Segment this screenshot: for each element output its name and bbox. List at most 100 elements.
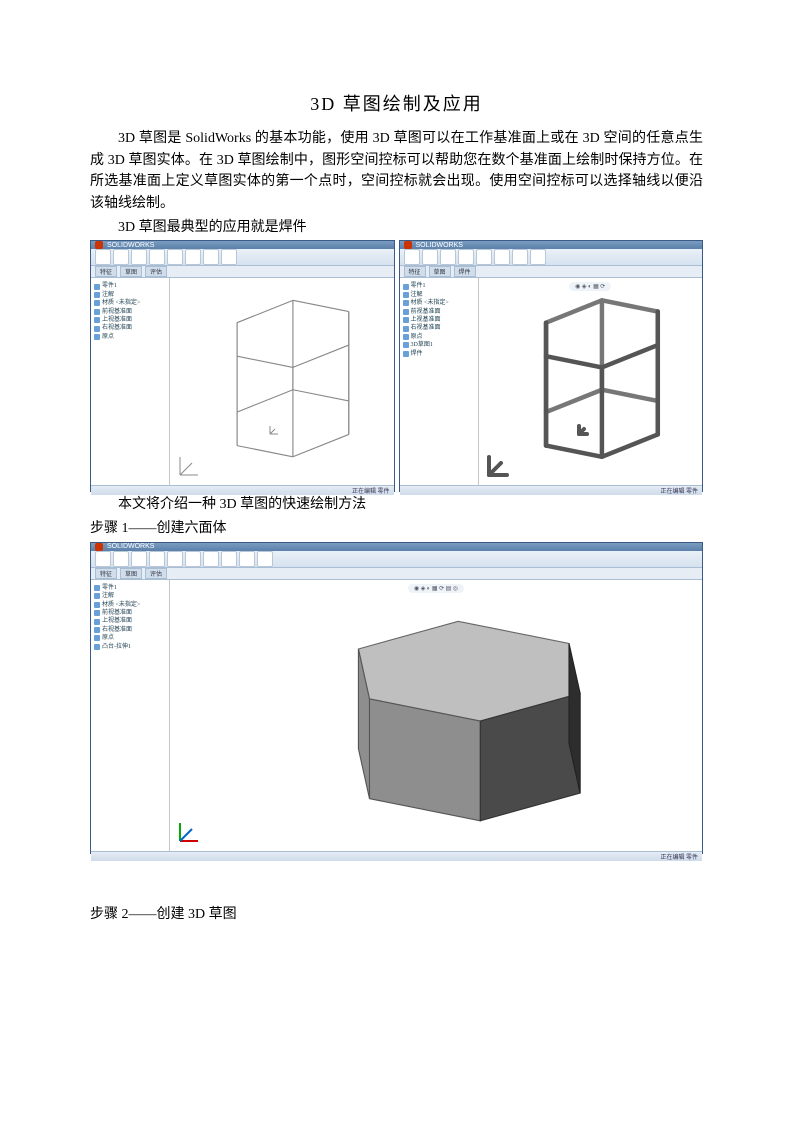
step-1-heading: 步骤 1——创建六面体 bbox=[90, 518, 703, 540]
toolbar-button[interactable] bbox=[113, 551, 129, 567]
weldment-icon bbox=[403, 351, 409, 357]
part-icon bbox=[94, 585, 100, 591]
toolbar-button[interactable] bbox=[239, 551, 255, 567]
viewport[interactable]: ◉ ◈ ◐ ▦ ⟳ bbox=[479, 278, 703, 484]
intro-paragraph: 3D 草图是 SolidWorks 的基本功能，使用 3D 草图可以在工作基准面… bbox=[90, 128, 703, 215]
command-tabs: 特征 草图 评估 bbox=[91, 266, 394, 278]
body: 零件1 注解 材质 <未指定> 前视基准面 上视基准面 右视基准面 原点 凸台-… bbox=[91, 580, 702, 851]
viewport[interactable] bbox=[170, 278, 394, 484]
folder-icon bbox=[94, 593, 100, 599]
view-triad-icon bbox=[176, 819, 202, 845]
material-icon bbox=[94, 602, 100, 608]
toolbar-button[interactable] bbox=[404, 249, 420, 265]
body: 零件1 注解 材质 <未指定> 前视基准面 上视基准面 右视基准面 原点 3D草… bbox=[400, 278, 703, 484]
toolbar-button[interactable] bbox=[530, 249, 546, 265]
subtitle: 3D 草图最典型的应用就是焊件 bbox=[90, 217, 703, 239]
tree-item[interactable]: 前视基准面 bbox=[94, 308, 166, 316]
extrude-icon bbox=[94, 644, 100, 650]
tree-item[interactable]: 凸台-拉伸1 bbox=[94, 643, 166, 651]
tree-item[interactable]: 注解 bbox=[94, 592, 166, 600]
status-bar: 正在编辑 零件 bbox=[91, 485, 394, 495]
toolbar-button[interactable] bbox=[257, 551, 273, 567]
tree-item[interactable]: 注解 bbox=[94, 291, 166, 299]
toolbar-button[interactable] bbox=[185, 551, 201, 567]
view-hud: ◉ ◈ ◐ ▦ ⟳ ▤ ◎ bbox=[408, 584, 464, 593]
toolbar-button[interactable] bbox=[131, 249, 147, 265]
tree-item[interactable]: 注解 bbox=[403, 291, 475, 299]
tree-item[interactable]: 右视基准面 bbox=[94, 324, 166, 332]
window-title-bar: SOLIDWORKS bbox=[91, 543, 702, 551]
folder-icon bbox=[403, 292, 409, 298]
tree-item[interactable]: 零件1 bbox=[403, 282, 475, 290]
toolbar-button[interactable] bbox=[95, 249, 111, 265]
tree-item[interactable]: 上视基准面 bbox=[403, 316, 475, 324]
figure-2: SOLIDWORKS 特征 草图 评估 零件1 bbox=[90, 542, 703, 854]
tab[interactable]: 焊件 bbox=[454, 266, 476, 277]
toolbar-button[interactable] bbox=[422, 249, 438, 265]
tab[interactable]: 评估 bbox=[145, 266, 167, 277]
material-icon bbox=[403, 300, 409, 306]
command-tabs: 特征 草图 焊件 bbox=[400, 266, 703, 278]
toolbar-button[interactable] bbox=[95, 551, 111, 567]
toolbar-button[interactable] bbox=[440, 249, 456, 265]
toolbar-button[interactable] bbox=[494, 249, 510, 265]
toolbar-button[interactable] bbox=[221, 249, 237, 265]
toolbar-button[interactable] bbox=[203, 249, 219, 265]
plane-icon bbox=[403, 326, 409, 332]
view-hud: ◉ ◈ ◐ ▦ ⟳ bbox=[569, 282, 611, 291]
toolbar-button[interactable] bbox=[458, 249, 474, 265]
step-2-heading: 步骤 2——创建 3D 草图 bbox=[90, 904, 703, 926]
toolbar-button[interactable] bbox=[167, 551, 183, 567]
tree-item[interactable]: 材质 <未指定> bbox=[403, 299, 475, 307]
viewport[interactable]: ◉ ◈ ◐ ▦ ⟳ ▤ ◎ bbox=[170, 580, 702, 851]
app-name: SOLIDWORKS bbox=[107, 242, 154, 249]
tree-item[interactable]: 右视基准面 bbox=[403, 324, 475, 332]
tree-item[interactable]: 原点 bbox=[403, 333, 475, 341]
body: 零件1 注解 材质 <未指定> 前视基准面 上视基准面 右视基准面 原点 bbox=[91, 278, 394, 484]
origin-icon bbox=[94, 334, 100, 340]
tree-item[interactable]: 前视基准面 bbox=[403, 308, 475, 316]
tab[interactable]: 草图 bbox=[429, 266, 451, 277]
tab[interactable]: 特征 bbox=[95, 568, 117, 579]
toolbar-button[interactable] bbox=[149, 551, 165, 567]
tree-item[interactable]: 前视基准面 bbox=[94, 609, 166, 617]
hex-solid-drawing bbox=[170, 580, 702, 851]
toolbar-button[interactable] bbox=[476, 249, 492, 265]
toolbar-button[interactable] bbox=[167, 249, 183, 265]
tree-item[interactable]: 材质 <未指定> bbox=[94, 299, 166, 307]
tree-item[interactable]: 零件1 bbox=[94, 282, 166, 290]
part-icon bbox=[94, 284, 100, 290]
tree-item[interactable]: 上视基准面 bbox=[94, 617, 166, 625]
solidworks-window-solid: SOLIDWORKS 特征 草图 评估 零件1 bbox=[90, 542, 703, 854]
tree-item[interactable]: 焊件 bbox=[403, 350, 475, 358]
tree-item[interactable]: 原点 bbox=[94, 634, 166, 642]
material-icon bbox=[94, 300, 100, 306]
tab[interactable]: 草图 bbox=[120, 568, 142, 579]
toolbar-button[interactable] bbox=[113, 249, 129, 265]
toolbar-button[interactable] bbox=[221, 551, 237, 567]
toolbar-button[interactable] bbox=[185, 249, 201, 265]
hex-frame-drawing bbox=[479, 278, 702, 479]
tree-item[interactable]: 上视基准面 bbox=[94, 316, 166, 324]
plane-icon bbox=[94, 627, 100, 633]
tab[interactable]: 评估 bbox=[145, 568, 167, 579]
tree-item[interactable]: 3D草图1 bbox=[403, 341, 475, 349]
tree-item[interactable]: 原点 bbox=[94, 333, 166, 341]
origin-icon bbox=[577, 423, 589, 435]
toolbar-button[interactable] bbox=[149, 249, 165, 265]
window-title-bar: SOLIDWORKS bbox=[91, 241, 394, 249]
tab[interactable]: 特征 bbox=[95, 266, 117, 277]
tree-item[interactable]: 右视基准面 bbox=[94, 626, 166, 634]
main-toolbar bbox=[400, 249, 703, 266]
toolbar-button[interactable] bbox=[512, 249, 528, 265]
tab[interactable]: 特征 bbox=[404, 266, 426, 277]
figure-caption: 本文将介绍一种 3D 草图的快速绘制方法 bbox=[90, 494, 703, 516]
window-title-bar: SOLIDWORKS bbox=[400, 241, 703, 249]
toolbar-button[interactable] bbox=[203, 551, 219, 567]
tab[interactable]: 草图 bbox=[120, 266, 142, 277]
toolbar-button[interactable] bbox=[131, 551, 147, 567]
tree-item[interactable]: 零件1 bbox=[94, 584, 166, 592]
tree-item[interactable]: 材质 <未指定> bbox=[94, 601, 166, 609]
view-triad-icon bbox=[176, 453, 202, 479]
solidworks-window-sketch: SOLIDWORKS 特征 草图 评估 零件1 注解 bbox=[90, 240, 395, 492]
